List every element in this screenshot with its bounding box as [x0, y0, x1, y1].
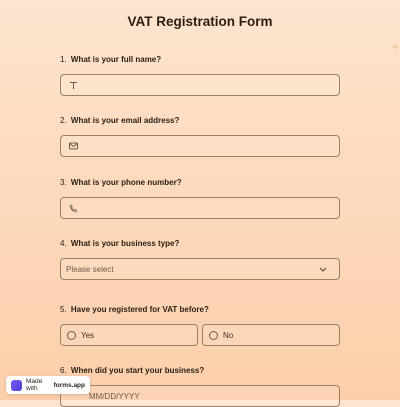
- chevron-down-icon: [318, 264, 328, 274]
- question-label: Have you registered for VAT before?: [70, 305, 209, 314]
- question-phone: 3. What is your phone number?: [60, 177, 340, 219]
- form-title: VAT Registration Form: [127, 14, 273, 29]
- start-date-input[interactable]: MM/DD/YYYY: [60, 385, 340, 407]
- question-number: 2.: [60, 116, 67, 125]
- radio-yes[interactable]: Yes: [60, 324, 198, 346]
- question-number: 4.: [60, 239, 67, 248]
- radio-circle-icon: [209, 330, 218, 340]
- made-with-badge[interactable]: Made with forms.app: [6, 376, 90, 394]
- badge-prefix: Made with: [26, 378, 43, 392]
- question-number: 1.: [60, 55, 67, 64]
- radio-no[interactable]: No: [202, 324, 340, 346]
- question-label: What is your business type?: [70, 239, 180, 248]
- radio-circle-icon: [67, 330, 76, 340]
- question-full-name: 1. What is your full name?: [60, 54, 340, 96]
- question-vat-registered: 5. Have you registered for VAT before? Y…: [60, 304, 340, 346]
- sparkle-icon: ✧: [391, 42, 399, 52]
- question-start-date: 6. When did you start your business? MM/…: [60, 365, 340, 407]
- question-label: What is your phone number?: [70, 178, 182, 187]
- phone-icon: [68, 203, 78, 213]
- mail-icon: [68, 141, 78, 151]
- vat-radio-group: Yes No: [60, 324, 340, 346]
- question-label: When did you start your business?: [70, 366, 205, 375]
- email-input[interactable]: [60, 135, 340, 157]
- question-number: 6.: [60, 366, 67, 375]
- date-placeholder: MM/DD/YYYY: [89, 391, 140, 401]
- badge-brand: forms.app: [53, 381, 85, 389]
- forms-app-logo-icon: [11, 379, 22, 391]
- full-name-input[interactable]: [60, 74, 340, 96]
- question-business-type: 4. What is your business type? Please se…: [60, 238, 340, 280]
- text-icon: [68, 80, 78, 90]
- phone-input[interactable]: [60, 197, 340, 219]
- business-type-select[interactable]: Please select: [60, 258, 340, 280]
- radio-label: No: [223, 330, 234, 340]
- question-number: 5.: [60, 305, 67, 314]
- radio-label: Yes: [81, 330, 95, 340]
- question-email: 2. What is your email address?: [60, 115, 340, 157]
- question-label: What is your full name?: [70, 55, 162, 64]
- question-label: What is your email address?: [70, 116, 180, 125]
- question-number: 3.: [60, 178, 67, 187]
- select-placeholder: Please select: [66, 264, 114, 274]
